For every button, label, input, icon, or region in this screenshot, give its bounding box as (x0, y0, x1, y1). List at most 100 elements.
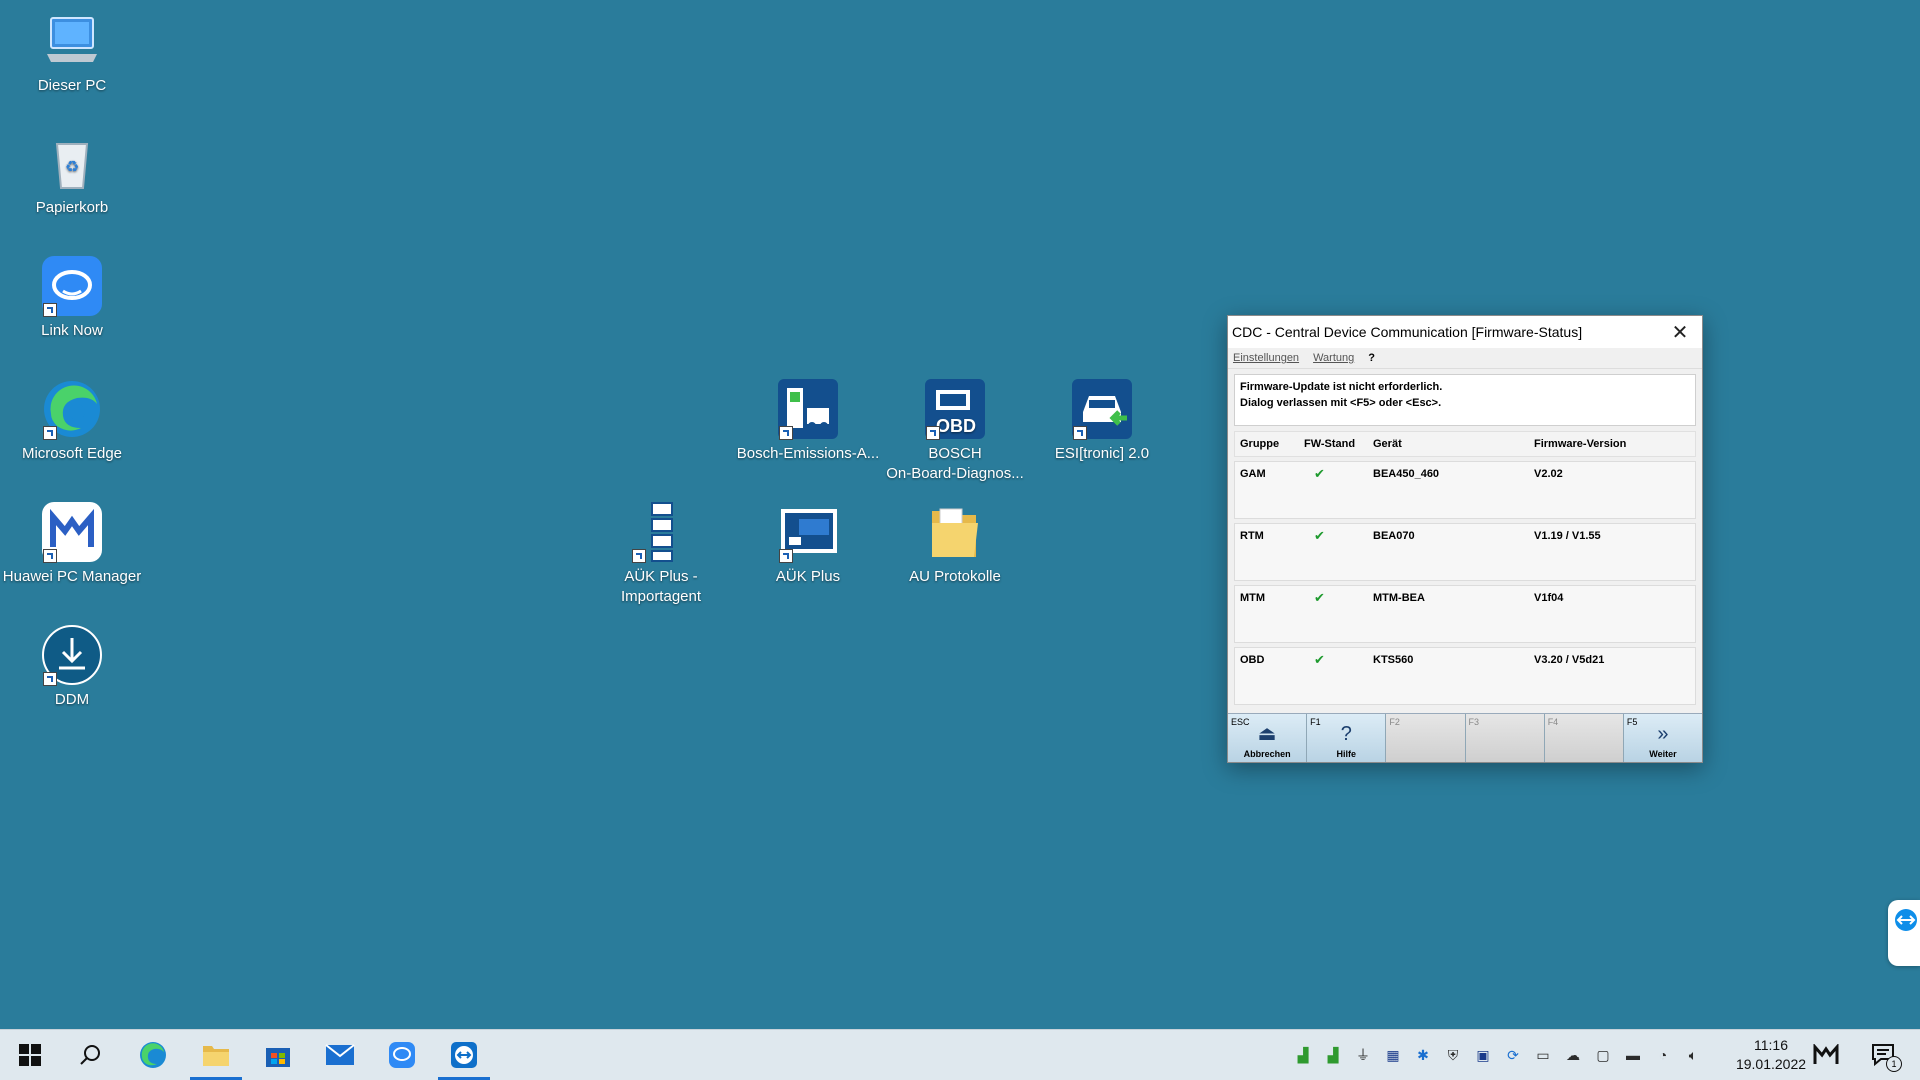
table-row[interactable]: GAM ✔ BEA450_460 V2.02 (1234, 461, 1696, 519)
bluetooth-icon[interactable]: ✱ (1411, 1045, 1435, 1065)
message-line-2: Dialog verlassen mit <F5> oder <Esc>. (1240, 397, 1442, 409)
menu-einstellungen[interactable]: Einstellungen (1233, 352, 1299, 364)
dialog-titlebar[interactable]: CDC - Central Device Communication [Firm… (1228, 316, 1702, 348)
dialog-menubar: Einstellungen Wartung ? (1228, 348, 1702, 369)
svg-text:OBD: OBD (936, 416, 976, 436)
desktop-icon-papierkorb[interactable]: ♻ Papierkorb (0, 132, 147, 218)
desktop-icon-auk-importagent[interactable]: AÜK Plus - Importagent (586, 501, 736, 607)
close-icon[interactable]: ✕ (1658, 316, 1702, 348)
desktop-icon-ddm[interactable]: DDM (0, 624, 147, 710)
f4-button: F4 (1544, 714, 1624, 762)
desktop-icon-esitronic[interactable]: ESI[tronic] 2.0 (1027, 378, 1177, 464)
windows-icon (19, 1044, 41, 1066)
desktop-icon-auk-plus[interactable]: AÜK Plus (733, 501, 883, 587)
app-tray-icon[interactable]: ▦ (1381, 1045, 1405, 1065)
taskbar-huawei-pc-manager[interactable] (1800, 1030, 1852, 1080)
esc-cancel-button[interactable]: ESC ⏏ Abbrechen (1228, 714, 1308, 762)
taskbar-store[interactable] (252, 1030, 304, 1080)
security-shield-icon[interactable]: ⛨ (1441, 1045, 1465, 1065)
sync-icon[interactable]: ⟳ (1501, 1045, 1525, 1065)
desktop-icon-bosch-emissions[interactable]: Bosch-Emissions-A... (733, 378, 883, 464)
eject-icon: ⏏ (1257, 723, 1277, 745)
cell-gruppe: GAM (1240, 468, 1266, 480)
f2-button: F2 (1386, 714, 1466, 762)
battery-icon[interactable]: ▬ (1621, 1045, 1645, 1065)
cell-version: V2.02 (1534, 468, 1563, 480)
column-header-geraet: Gerät (1373, 438, 1402, 450)
teamviewer-icon (1895, 909, 1917, 931)
fkey-caption: Weiter (1649, 749, 1677, 759)
usb-icon[interactable]: ⏚ (1351, 1045, 1375, 1065)
fkey-label: F3 (1468, 717, 1480, 727)
network-signal-icon[interactable]: ▟ (1291, 1045, 1315, 1065)
cell-geraet: KTS560 (1373, 654, 1414, 666)
store-icon (266, 1048, 290, 1067)
f3-button: F3 (1465, 714, 1545, 762)
download-icon (41, 624, 103, 686)
shortcut-arrow-icon (632, 549, 646, 563)
taskbar-file-explorer[interactable] (190, 1030, 242, 1080)
wifi-icon[interactable]: ◔ (1651, 1045, 1675, 1065)
table-row[interactable]: RTM ✔ BEA070 V1.19 / V1.55 (1234, 523, 1696, 581)
link-now-icon (41, 255, 103, 317)
shortcut-arrow-icon (779, 426, 793, 440)
notification-badge: 1 (1886, 1056, 1902, 1072)
question-mark-icon: ? (1340, 723, 1352, 745)
f5-next-button[interactable]: F5 » Weiter (1623, 714, 1703, 762)
shortcut-arrow-icon (1073, 426, 1087, 440)
checkmark-icon: ✔ (1314, 652, 1325, 667)
taskbar-mail[interactable] (314, 1030, 366, 1080)
fkey-caption: Abbrechen (1243, 749, 1291, 759)
teamviewer-side-tab[interactable] (1888, 900, 1920, 966)
huawei-pc-manager-icon (1813, 1044, 1839, 1064)
column-header-firmware-version: Firmware-Version (1534, 438, 1627, 450)
desktop-icon-microsoft-edge[interactable]: Microsoft Edge (0, 378, 147, 464)
recycle-bin-icon: ♻ (41, 132, 103, 194)
taskbar-teamviewer[interactable] (438, 1030, 490, 1080)
network-signal-icon[interactable]: ▟ (1321, 1045, 1345, 1065)
taskbar-link-now[interactable] (376, 1030, 428, 1080)
taskbar: ▟ ▟ ⏚ ▦ ✱ ⛨ ▣ ⟳ ▭ ☁ ▢ ▬ ◔ 🔈︎ 11:16 19.01… (0, 1029, 1920, 1080)
table-header: Gruppe FW-Stand Gerät Firmware-Version (1234, 431, 1696, 457)
folder-icon (203, 1046, 229, 1066)
fkey-label: F4 (1547, 717, 1559, 727)
link-now-icon (389, 1042, 415, 1068)
esitronic-icon (1071, 378, 1133, 440)
shortcut-arrow-icon (43, 426, 57, 440)
volume-icon[interactable]: 🔈︎ (1681, 1045, 1705, 1065)
device-icon[interactable]: ▭ (1531, 1045, 1555, 1065)
edge-icon (140, 1042, 166, 1068)
table-row[interactable]: MTM ✔ MTM-BEA V1f04 (1234, 585, 1696, 643)
app-tray-icon[interactable]: ▣ (1471, 1045, 1495, 1065)
search-button[interactable] (64, 1030, 116, 1080)
monitor-icon[interactable]: ▢ (1591, 1045, 1615, 1065)
shortcut-arrow-icon (926, 426, 940, 440)
mail-icon (325, 1044, 355, 1065)
firmware-table: Gruppe FW-Stand Gerät Firmware-Version G… (1234, 431, 1696, 705)
desktop-icon-au-protokolle[interactable]: AU Protokolle (880, 501, 1030, 587)
desktop-icon-dieser-pc[interactable]: Dieser PC (0, 10, 147, 96)
fkey-caption: Hilfe (1336, 749, 1357, 759)
cell-geraet: BEA450_460 (1373, 468, 1440, 480)
system-tray: ▟ ▟ ⏚ ▦ ✱ ⛨ ▣ ⟳ ▭ ☁ ▢ ▬ ◔ 🔈︎ (1288, 1030, 1708, 1080)
status-message: Firmware-Update ist nicht erforderlich. … (1234, 374, 1696, 426)
auk-plus-icon (777, 501, 839, 563)
desktop-icon-huawei-pc-manager[interactable]: Huawei PC Manager (0, 501, 147, 587)
menu-help[interactable]: ? (1368, 352, 1375, 364)
search-icon (80, 1045, 100, 1065)
cell-geraet: BEA070 (1373, 530, 1415, 542)
notification-center-button[interactable]: 1 (1858, 1030, 1910, 1080)
table-row[interactable]: OBD ✔ KTS560 V3.20 / V5d21 (1234, 647, 1696, 705)
taskbar-edge[interactable] (127, 1030, 179, 1080)
message-line-1: Firmware-Update ist nicht erforderlich. (1240, 381, 1443, 393)
start-button[interactable] (4, 1030, 56, 1080)
onedrive-cloud-icon[interactable]: ☁ (1561, 1045, 1585, 1065)
f1-help-button[interactable]: F1 ? Hilfe (1307, 714, 1387, 762)
desktop-icon-link-now[interactable]: Link Now (0, 255, 147, 341)
desktop-icon-bosch-obd[interactable]: OBD BOSCH On-Board-Diagnos... (880, 378, 1030, 484)
cell-gruppe: RTM (1240, 530, 1264, 542)
column-header-fw-stand: FW-Stand (1304, 438, 1356, 450)
shortcut-arrow-icon (43, 303, 57, 317)
shortcut-arrow-icon (43, 672, 57, 686)
menu-wartung[interactable]: Wartung (1313, 352, 1354, 364)
